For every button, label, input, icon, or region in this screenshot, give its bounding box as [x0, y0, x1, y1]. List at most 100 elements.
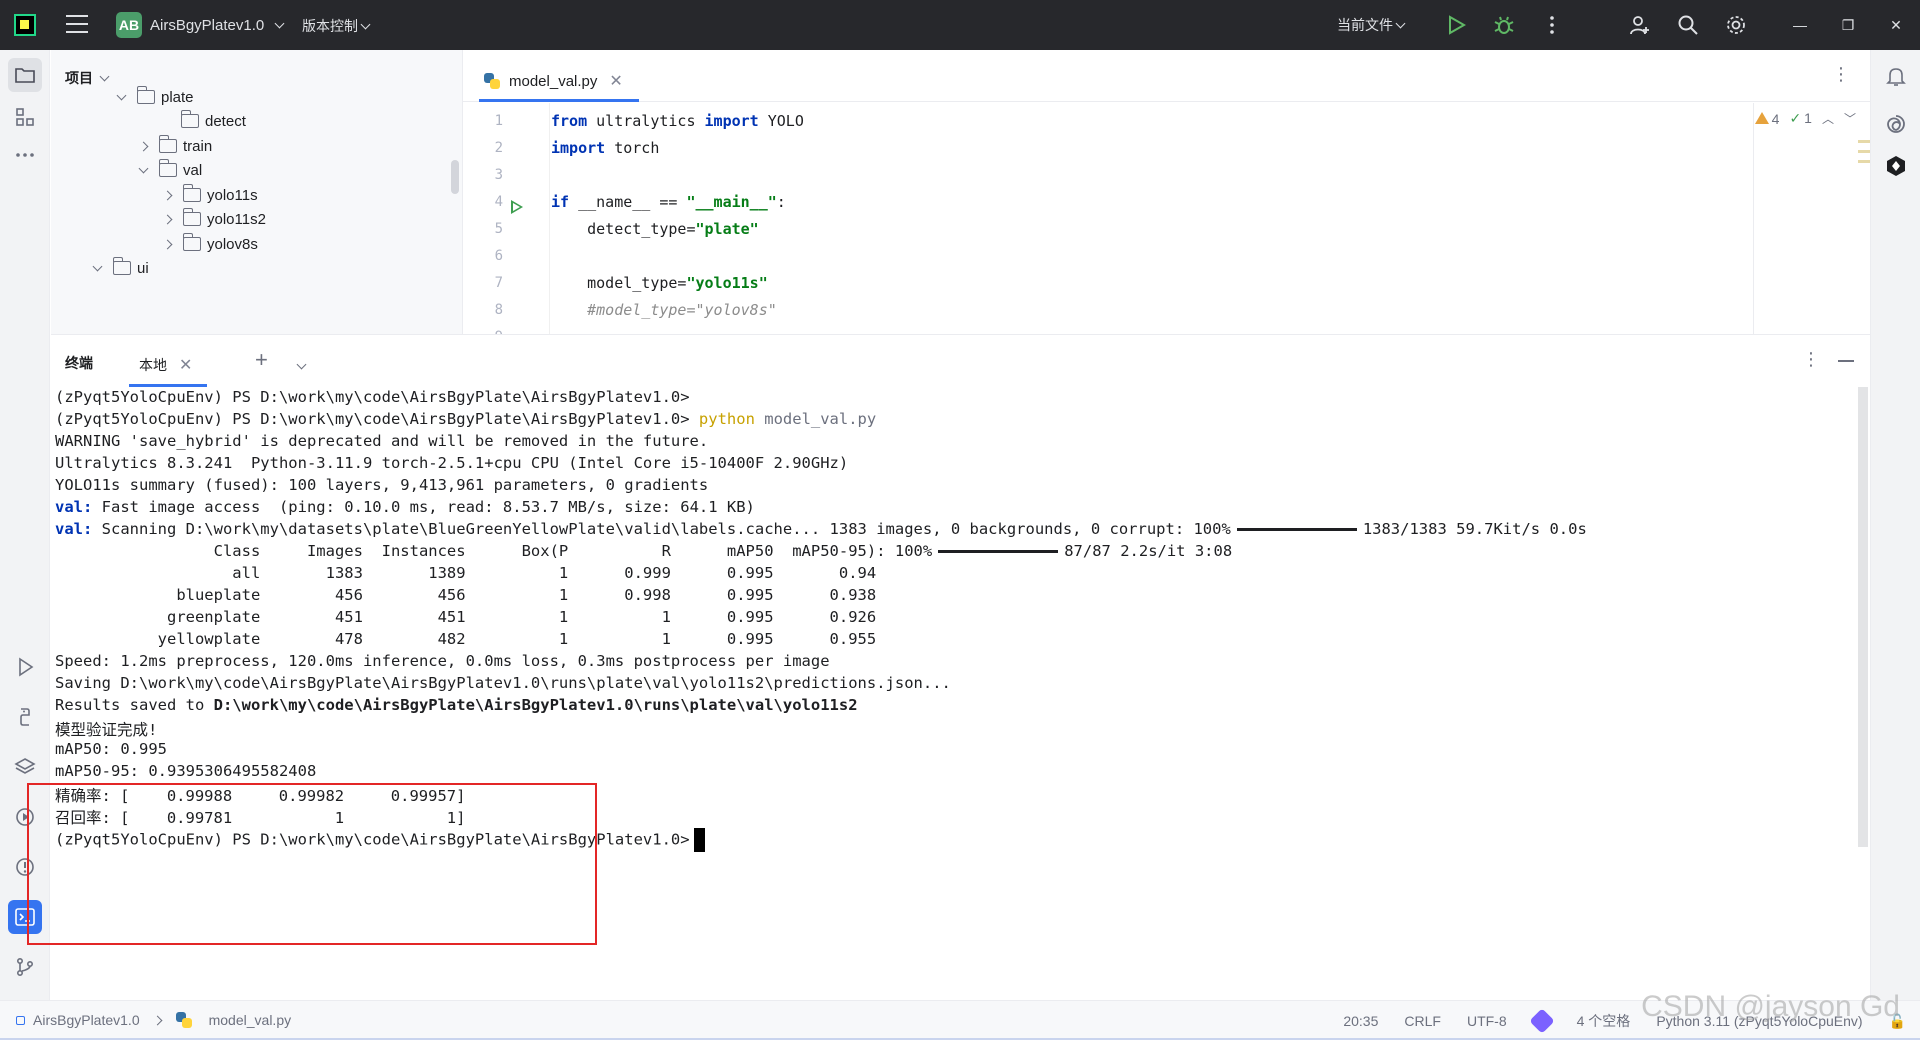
- tree-item-label: yolo11s2: [207, 210, 266, 228]
- more-actions-button[interactable]: [1528, 0, 1576, 50]
- error-stripe-marks[interactable]: [1858, 140, 1870, 170]
- code-comment: #model_type="yolov8s": [551, 301, 777, 319]
- code-line-4[interactable]: if __name__ == "__main__":: [551, 193, 786, 211]
- line-separator[interactable]: CRLF: [1404, 1013, 1441, 1029]
- expand-arrow-icon[interactable]: [115, 90, 127, 103]
- code-line-7[interactable]: model_type="yolo11s": [551, 274, 768, 292]
- close-tab-icon[interactable]: ✕: [179, 355, 192, 375]
- terminal-prompt: (zPyqt5YoloCpuEnv) PS D:\work\my\code\Ai…: [55, 830, 690, 849]
- hide-panel-icon[interactable]: [1838, 360, 1854, 362]
- expand-arrow-icon[interactable]: [91, 261, 103, 274]
- file-encoding[interactable]: UTF-8: [1467, 1013, 1507, 1029]
- checks-indicator[interactable]: ✓ 1: [1789, 110, 1812, 127]
- terminal-options-dropdown[interactable]: [294, 355, 307, 372]
- close-icon: ✕: [1890, 16, 1902, 33]
- python-console-icon: [20, 708, 30, 726]
- close-window-button[interactable]: ✕: [1872, 0, 1920, 50]
- code-keyword: import: [704, 112, 759, 130]
- code-text: torch: [605, 139, 660, 157]
- code-line-2[interactable]: import torch: [551, 139, 659, 157]
- line-number: 5: [494, 221, 503, 237]
- project-tool-button[interactable]: [8, 58, 42, 92]
- chevron-down-icon: [296, 359, 307, 370]
- terminal-tag: val:: [55, 520, 93, 538]
- checks-count: 1: [1804, 110, 1812, 126]
- terminal-cursor: [693, 828, 705, 852]
- run-gutter-icon[interactable]: [511, 200, 523, 214]
- status-bar: AirsBgyPlatev1.0 model_val.py 20:35 CRLF…: [0, 1000, 1920, 1040]
- close-tab-icon[interactable]: ✕: [609, 71, 622, 91]
- plugin-logo-icon[interactable]: [1884, 154, 1908, 178]
- previous-highlight-icon[interactable]: ︿: [1822, 110, 1834, 127]
- run-button[interactable]: [1432, 0, 1480, 50]
- breadcrumb-file[interactable]: model_val.py: [209, 1012, 292, 1028]
- chevron-down-icon: [360, 19, 371, 29]
- line-number: 1: [494, 113, 503, 129]
- git-tool-button[interactable]: [8, 950, 42, 984]
- run-config-selector[interactable]: 当前文件: [1337, 15, 1406, 35]
- expand-arrow-icon[interactable]: [137, 140, 149, 152]
- code-line-1[interactable]: from ultralytics import YOLO: [551, 112, 804, 130]
- chevron-down-icon: [274, 18, 285, 28]
- ai-assistant-spiral-icon[interactable]: [1884, 112, 1908, 136]
- code-line-8[interactable]: #model_type="yolov8s": [551, 301, 777, 319]
- line-number: 6: [494, 248, 503, 264]
- settings-button[interactable]: [1712, 0, 1760, 50]
- notifications-bell-icon[interactable]: [1884, 64, 1908, 88]
- line-number: 3: [494, 167, 503, 183]
- project-scrollbar[interactable]: [451, 160, 459, 194]
- terminal-command: python: [698, 410, 755, 428]
- ai-widget-icon[interactable]: [1528, 1008, 1555, 1034]
- terminal-tab-local[interactable]: 本地 ✕: [129, 343, 207, 387]
- code-string: "plate": [695, 220, 759, 238]
- structure-tool-button[interactable]: [8, 100, 42, 134]
- folder-icon: [182, 233, 201, 251]
- terminal-tool-button[interactable]: [8, 900, 42, 934]
- code-line-5[interactable]: detect_type="plate": [551, 220, 759, 238]
- python-packages-button[interactable]: [8, 750, 42, 784]
- expand-arrow-icon[interactable]: [161, 189, 173, 201]
- gutter-separator: [549, 103, 550, 334]
- active-tab-indicator: [129, 384, 207, 387]
- more-tools-button[interactable]: [8, 138, 42, 172]
- problems-tool-button[interactable]: [8, 850, 42, 884]
- expand-arrow-icon[interactable]: [137, 163, 149, 176]
- next-highlight-icon[interactable]: ﹀: [1844, 110, 1856, 127]
- chevron-right-icon: [152, 1015, 163, 1025]
- breadcrumb-project[interactable]: AirsBgyPlatev1.0: [33, 1012, 140, 1028]
- run-tool-button[interactable]: [8, 650, 42, 684]
- caret-position[interactable]: 20:35: [1343, 1013, 1378, 1029]
- plus-icon: +: [255, 347, 268, 372]
- new-terminal-button[interactable]: +: [255, 347, 268, 373]
- problems-icon: [16, 858, 34, 876]
- code-with-me-button[interactable]: [1616, 0, 1664, 50]
- project-module-icon: [16, 1015, 25, 1025]
- editor-tab-model-val[interactable]: model_val.py ✕: [475, 62, 639, 102]
- terminal-title: 终端: [65, 355, 93, 371]
- terminal-text: 87/87 2.2s/it 3:08: [1064, 542, 1233, 560]
- services-tool-button[interactable]: [8, 800, 42, 834]
- indent-setting[interactable]: 4 个空格: [1577, 1011, 1631, 1031]
- python-console-button[interactable]: [8, 700, 42, 734]
- editor-tabs-more-icon[interactable]: ⋮: [1832, 64, 1850, 85]
- terminal-tag: val:: [55, 498, 93, 516]
- tree-item-yolov8s[interactable]: yolov8s: [161, 229, 258, 259]
- project-switcher[interactable]: AB AirsBgyPlatev1.0: [116, 12, 285, 38]
- terminal-scrollbar[interactable]: [1858, 387, 1868, 847]
- tree-item-ui[interactable]: ui: [91, 253, 149, 283]
- restore-icon: ❐: [1841, 16, 1855, 33]
- run-config-label: 当前文件: [1337, 17, 1393, 33]
- expand-arrow-icon[interactable]: [161, 238, 173, 250]
- project-panel-header[interactable]: 项目: [65, 68, 110, 88]
- warnings-indicator[interactable]: 4: [1754, 111, 1779, 127]
- main-menu-icon[interactable]: [66, 15, 88, 35]
- minimize-window-button[interactable]: —: [1776, 0, 1824, 50]
- warning-icon: [1754, 111, 1769, 124]
- debug-button[interactable]: [1480, 0, 1528, 50]
- expand-arrow-icon[interactable]: [161, 213, 173, 225]
- search-everywhere-button[interactable]: [1664, 0, 1712, 50]
- vcs-menu[interactable]: 版本控制: [302, 16, 371, 36]
- inspection-widget[interactable]: 4 ✓ 1 ︿ ﹀: [1754, 110, 1856, 127]
- terminal-more-icon[interactable]: ⋮: [1802, 349, 1820, 370]
- restore-window-button[interactable]: ❐: [1824, 0, 1872, 50]
